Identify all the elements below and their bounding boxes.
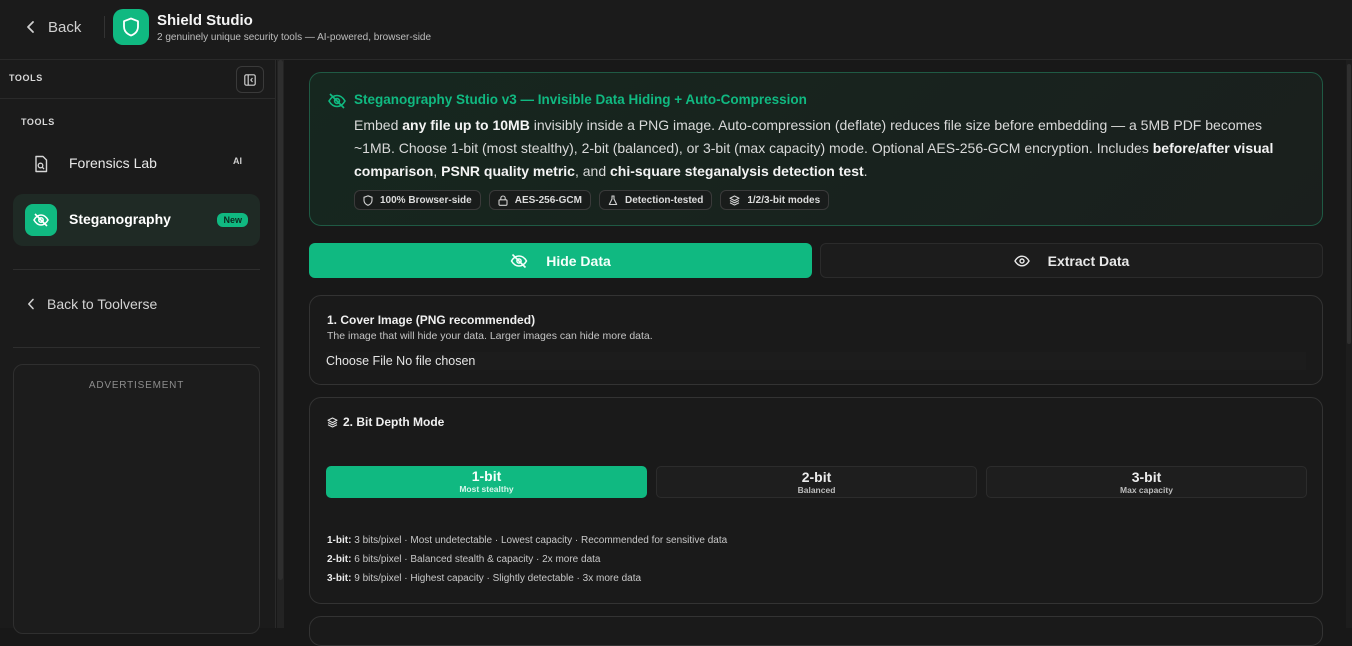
divider	[104, 16, 105, 38]
sidebar: TOOLS TOOLS Forensics Lab AI Steganograp…	[0, 60, 276, 634]
new-badge: New	[217, 213, 248, 227]
mode-description-text: 9 bits/pixel · Highest capacity · Slight…	[351, 573, 642, 584]
intro-text: , and	[574, 163, 610, 179]
next-section-card	[309, 616, 1323, 646]
sidebar-scrollbar[interactable]	[277, 60, 284, 628]
mode-sublabel: Most stealthy	[459, 484, 514, 494]
layers-icon	[327, 416, 338, 428]
sidebar-divider	[13, 347, 260, 348]
tab-hide-data[interactable]: Hide Data	[309, 243, 812, 278]
eye-icon	[1013, 254, 1030, 267]
intro-bold: chi-square steganalysis detection test	[610, 163, 864, 179]
mode-description-1-bit: 1-bit: 3 bits/pixel · Most undetectable …	[327, 535, 727, 546]
cover-image-file-input[interactable]: Choose File No file chosen	[326, 352, 1306, 370]
scrollbar-thumb[interactable]	[1347, 64, 1351, 344]
mode-description-text: 3 bits/pixel · Most undetectable · Lowes…	[351, 535, 728, 546]
feature-chip: 100% Browser-side	[354, 190, 481, 210]
tab-label: Extract Data	[1047, 252, 1130, 269]
advertisement-label: ADVERTISEMENT	[88, 380, 185, 391]
back-button[interactable]: Back	[26, 14, 81, 40]
intro-description: Embed any file up to 10MB invisibly insi…	[354, 114, 1304, 183]
mode-description-2-bit: 2-bit: 6 bits/pixel · Balanced stealth &…	[327, 554, 600, 565]
back-to-toolverse-label: Back to Toolverse	[47, 296, 158, 312]
panel-left-icon	[244, 73, 256, 86]
mode-sublabel: Max capacity	[1120, 485, 1173, 495]
tab-label: Hide Data	[546, 252, 611, 269]
lock-icon	[498, 194, 508, 206]
sidebar-item-steganography[interactable]: Steganography New	[13, 194, 260, 246]
intro-text: Embed	[354, 117, 403, 133]
chip-label: AES-256-GCM	[514, 194, 582, 206]
mode-description-key: 3-bit:	[327, 573, 352, 584]
mode-label: 1-bit	[471, 468, 502, 484]
mode-label: 2-bit	[801, 469, 832, 485]
ai-badge: AI	[233, 156, 242, 166]
feature-chip: AES-256-GCM	[488, 190, 591, 210]
cover-image-subtitle: The image that will hide your data. Larg…	[327, 330, 653, 342]
intro-bold: PSNR quality metric	[441, 163, 575, 179]
chip-label: 100% Browser-side	[380, 194, 472, 206]
mode-3-bit-button[interactable]: 3-bit Max capacity	[986, 466, 1307, 498]
intro-card: Steganography Studio v3 — Invisible Data…	[309, 72, 1323, 226]
chevron-left-icon	[27, 21, 34, 33]
bit-depth-card: 2. Bit Depth Mode 1-bit Most stealthy 2-…	[309, 397, 1323, 604]
shield-icon	[363, 194, 373, 206]
shield-logo-icon	[113, 9, 149, 45]
sidebar-header-label: TOOLS	[9, 73, 43, 83]
eye-off-icon	[328, 93, 346, 109]
feature-chip: Detection-tested	[598, 190, 713, 210]
back-to-toolverse-link[interactable]: Back to Toolverse	[27, 296, 157, 312]
sidebar-header: TOOLS	[0, 60, 276, 99]
sidebar-section-label: TOOLS	[21, 117, 55, 127]
mode-1-bit-button[interactable]: 1-bit Most stealthy	[326, 466, 647, 498]
app-title: Shield Studio	[157, 12, 253, 29]
feature-chip: 1/2/3-bit modes	[720, 190, 830, 210]
cover-image-title: 1. Cover Image (PNG recommended)	[327, 313, 536, 327]
feature-chips: 100% Browser-side AES-256-GCM Detection-…	[354, 190, 830, 210]
intro-title: Steganography Studio v3 — Invisible Data…	[354, 92, 807, 107]
page-scrollbar[interactable]	[1346, 60, 1352, 628]
chip-label: 1/2/3-bit modes	[747, 194, 821, 206]
cover-image-card: 1. Cover Image (PNG recommended) The ima…	[309, 295, 1323, 385]
back-label: Back	[48, 18, 82, 36]
intro-bold: any file up to 10MB	[402, 117, 530, 133]
mode-description-key: 2-bit:	[327, 554, 352, 565]
layers-icon	[729, 194, 740, 206]
eye-off-icon	[510, 253, 528, 268]
mode-2-bit-button[interactable]: 2-bit Balanced	[656, 466, 977, 498]
chevron-left-icon	[28, 298, 34, 310]
top-bar: Back Shield Studio 2 genuinely unique se…	[0, 0, 1352, 60]
intro-text: ,	[433, 163, 442, 179]
sidebar-item-label: Steganography	[69, 211, 171, 227]
mode-description-key: 1-bit:	[327, 535, 352, 546]
bit-depth-title: 2. Bit Depth Mode	[327, 415, 444, 429]
mode-description-3-bit: 3-bit: 9 bits/pixel · Highest capacity ·…	[327, 573, 641, 584]
sidebar-item-label: Forensics Lab	[69, 155, 157, 171]
sidebar-item-forensics-lab[interactable]: Forensics Lab AI	[13, 138, 260, 190]
chip-label: Detection-tested	[624, 194, 704, 206]
mode-description-text: 6 bits/pixel · Balanced stealth & capaci…	[351, 554, 601, 565]
sidebar-divider	[13, 269, 260, 270]
flask-icon	[608, 194, 618, 205]
tab-extract-data[interactable]: Extract Data	[820, 243, 1323, 278]
mode-sublabel: Balanced	[797, 485, 836, 495]
bit-depth-title-label: 2. Bit Depth Mode	[343, 415, 445, 429]
file-search-icon	[25, 148, 57, 180]
mode-label: 3-bit	[1131, 469, 1162, 485]
app-subtitle: 2 genuinely unique security tools — AI-p…	[157, 32, 432, 43]
sidebar-collapse-button[interactable]	[236, 66, 264, 93]
advertisement-box: ADVERTISEMENT	[13, 364, 260, 634]
intro-text: .	[863, 163, 868, 179]
scrollbar-thumb[interactable]	[278, 60, 283, 580]
eye-off-icon	[25, 204, 57, 236]
